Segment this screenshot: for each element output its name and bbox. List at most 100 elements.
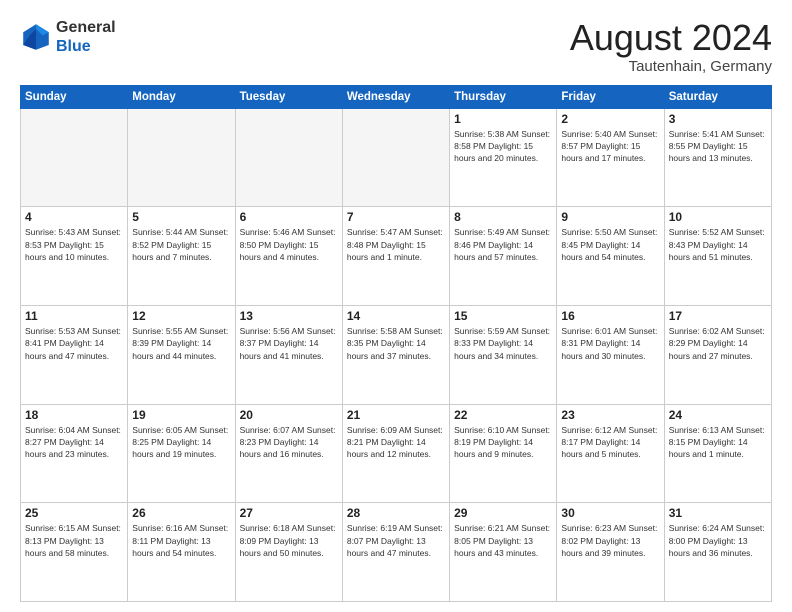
page: General Blue August 2024 Tautenhain, Ger… <box>0 0 792 612</box>
day-info: Sunrise: 5:41 AM Sunset: 8:55 PM Dayligh… <box>669 128 767 165</box>
day-info: Sunrise: 6:12 AM Sunset: 8:17 PM Dayligh… <box>561 424 659 461</box>
day-info: Sunrise: 6:13 AM Sunset: 8:15 PM Dayligh… <box>669 424 767 461</box>
table-row: 5Sunrise: 5:44 AM Sunset: 8:52 PM Daylig… <box>128 207 235 306</box>
table-row: 22 Sunrise: 6:10 AM Sunset: 8:19 PM Dayli… <box>450 404 557 503</box>
calendar-week-4: 18Sunrise: 6:04 AM Sunset: 8:27 PM Dayli… <box>21 404 772 503</box>
table-row: 8 Sunrise: 5:49 AM Sunset: 8:46 PM Daylig… <box>450 207 557 306</box>
table-row <box>342 108 449 207</box>
table-row: 11Sunrise: 5:53 AM Sunset: 8:41 PM Dayli… <box>21 305 128 404</box>
table-row: 31Sunrise: 6:24 AM Sunset: 8:00 PM Dayli… <box>664 503 771 602</box>
day-number: 9 <box>561 210 659 224</box>
day-info: Sunrise: 5:46 AM Sunset: 8:50 PM Dayligh… <box>240 226 338 263</box>
table-row: 29 Sunrise: 6:21 AM Sunset: 8:05 PM Dayli… <box>450 503 557 602</box>
table-row: 20Sunrise: 6:07 AM Sunset: 8:23 PM Dayli… <box>235 404 342 503</box>
day-number: 10 <box>669 210 767 224</box>
day-number: 28 <box>347 506 445 520</box>
logo-text: General Blue <box>56 18 116 56</box>
day-info: Sunrise: 6:05 AM Sunset: 8:25 PM Dayligh… <box>132 424 230 461</box>
day-info: Sunrise: 5:55 AM Sunset: 8:39 PM Dayligh… <box>132 325 230 362</box>
table-row: 9 Sunrise: 5:50 AM Sunset: 8:45 PM Daylig… <box>557 207 664 306</box>
day-info: Sunrise: 6:01 AM Sunset: 8:31 PM Dayligh… <box>561 325 659 362</box>
day-info: Sunrise: 5:50 AM Sunset: 8:45 PM Dayligh… <box>561 226 659 263</box>
day-number: 26 <box>132 506 230 520</box>
table-row: 14Sunrise: 5:58 AM Sunset: 8:35 PM Dayli… <box>342 305 449 404</box>
day-info: Sunrise: 6:19 AM Sunset: 8:07 PM Dayligh… <box>347 522 445 559</box>
day-info: Sunrise: 6:21 AM Sunset: 8:05 PM Dayligh… <box>454 522 552 559</box>
title-month: August 2024 <box>570 18 772 58</box>
day-info: Sunrise: 6:23 AM Sunset: 8:02 PM Dayligh… <box>561 522 659 559</box>
table-row: 1Sunrise: 5:38 AM Sunset: 8:58 PM Daylig… <box>450 108 557 207</box>
table-row: 7Sunrise: 5:47 AM Sunset: 8:48 PM Daylig… <box>342 207 449 306</box>
day-number: 8 <box>454 210 552 224</box>
day-number: 27 <box>240 506 338 520</box>
day-info: Sunrise: 5:59 AM Sunset: 8:33 PM Dayligh… <box>454 325 552 362</box>
day-number: 2 <box>561 112 659 126</box>
table-row: 2 Sunrise: 5:40 AM Sunset: 8:57 PM Daylig… <box>557 108 664 207</box>
day-number: 21 <box>347 408 445 422</box>
day-number: 19 <box>132 408 230 422</box>
col-sunday: Sunday <box>21 85 128 108</box>
calendar-week-2: 4 Sunrise: 5:43 AM Sunset: 8:53 PM Daylig… <box>21 207 772 306</box>
day-number: 14 <box>347 309 445 323</box>
day-info: Sunrise: 6:10 AM Sunset: 8:19 PM Dayligh… <box>454 424 552 461</box>
table-row: 13 Sunrise: 5:56 AM Sunset: 8:37 PM Dayli… <box>235 305 342 404</box>
day-info: Sunrise: 5:40 AM Sunset: 8:57 PM Dayligh… <box>561 128 659 165</box>
table-row: 26 Sunrise: 6:16 AM Sunset: 8:11 PM Dayli… <box>128 503 235 602</box>
table-row: 15 Sunrise: 5:59 AM Sunset: 8:33 PM Dayli… <box>450 305 557 404</box>
day-number: 3 <box>669 112 767 126</box>
day-info: Sunrise: 6:09 AM Sunset: 8:21 PM Dayligh… <box>347 424 445 461</box>
day-info: Sunrise: 5:43 AM Sunset: 8:53 PM Dayligh… <box>25 226 123 263</box>
day-number: 30 <box>561 506 659 520</box>
day-number: 13 <box>240 309 338 323</box>
logo-blue-text: Blue <box>56 38 91 55</box>
day-number: 11 <box>25 309 123 323</box>
day-number: 15 <box>454 309 552 323</box>
table-row: 30 Sunrise: 6:23 AM Sunset: 8:02 PM Dayli… <box>557 503 664 602</box>
table-row: 19 Sunrise: 6:05 AM Sunset: 8:25 PM Dayli… <box>128 404 235 503</box>
calendar-header-row: Sunday Monday Tuesday Wednesday Thursday… <box>21 85 772 108</box>
col-monday: Monday <box>128 85 235 108</box>
col-thursday: Thursday <box>450 85 557 108</box>
day-number: 25 <box>25 506 123 520</box>
day-info: Sunrise: 6:15 AM Sunset: 8:13 PM Dayligh… <box>25 522 123 559</box>
table-row: 23Sunrise: 6:12 AM Sunset: 8:17 PM Dayli… <box>557 404 664 503</box>
logo-icon <box>20 21 52 53</box>
day-number: 4 <box>25 210 123 224</box>
day-info: Sunrise: 5:49 AM Sunset: 8:46 PM Dayligh… <box>454 226 552 263</box>
table-row <box>128 108 235 207</box>
table-row: 28 Sunrise: 6:19 AM Sunset: 8:07 PM Dayli… <box>342 503 449 602</box>
table-row: 24 Sunrise: 6:13 AM Sunset: 8:15 PM Dayli… <box>664 404 771 503</box>
day-info: Sunrise: 5:56 AM Sunset: 8:37 PM Dayligh… <box>240 325 338 362</box>
col-wednesday: Wednesday <box>342 85 449 108</box>
day-number: 18 <box>25 408 123 422</box>
table-row: 17 Sunrise: 6:02 AM Sunset: 8:29 PM Dayli… <box>664 305 771 404</box>
day-info: Sunrise: 5:52 AM Sunset: 8:43 PM Dayligh… <box>669 226 767 263</box>
calendar-week-5: 25 Sunrise: 6:15 AM Sunset: 8:13 PM Dayli… <box>21 503 772 602</box>
table-row: 21 Sunrise: 6:09 AM Sunset: 8:21 PM Dayli… <box>342 404 449 503</box>
table-row: 4 Sunrise: 5:43 AM Sunset: 8:53 PM Daylig… <box>21 207 128 306</box>
col-tuesday: Tuesday <box>235 85 342 108</box>
day-number: 24 <box>669 408 767 422</box>
col-friday: Friday <box>557 85 664 108</box>
day-number: 31 <box>669 506 767 520</box>
title-block: August 2024 Tautenhain, Germany <box>570 18 772 75</box>
day-info: Sunrise: 6:18 AM Sunset: 8:09 PM Dayligh… <box>240 522 338 559</box>
title-location: Tautenhain, Germany <box>570 58 772 75</box>
table-row: 18Sunrise: 6:04 AM Sunset: 8:27 PM Dayli… <box>21 404 128 503</box>
logo: General Blue <box>20 18 116 56</box>
day-info: Sunrise: 6:07 AM Sunset: 8:23 PM Dayligh… <box>240 424 338 461</box>
table-row: 27 Sunrise: 6:18 AM Sunset: 8:09 PM Dayli… <box>235 503 342 602</box>
table-row: 12Sunrise: 5:55 AM Sunset: 8:39 PM Dayli… <box>128 305 235 404</box>
day-info: Sunrise: 6:02 AM Sunset: 8:29 PM Dayligh… <box>669 325 767 362</box>
day-number: 29 <box>454 506 552 520</box>
table-row <box>21 108 128 207</box>
day-number: 17 <box>669 309 767 323</box>
day-number: 6 <box>240 210 338 224</box>
table-row: 10 Sunrise: 5:52 AM Sunset: 8:43 PM Dayli… <box>664 207 771 306</box>
col-saturday: Saturday <box>664 85 771 108</box>
day-number: 1 <box>454 112 552 126</box>
logo-general: General <box>56 19 116 36</box>
day-info: Sunrise: 6:16 AM Sunset: 8:11 PM Dayligh… <box>132 522 230 559</box>
table-row: 25 Sunrise: 6:15 AM Sunset: 8:13 PM Dayli… <box>21 503 128 602</box>
day-number: 22 <box>454 408 552 422</box>
